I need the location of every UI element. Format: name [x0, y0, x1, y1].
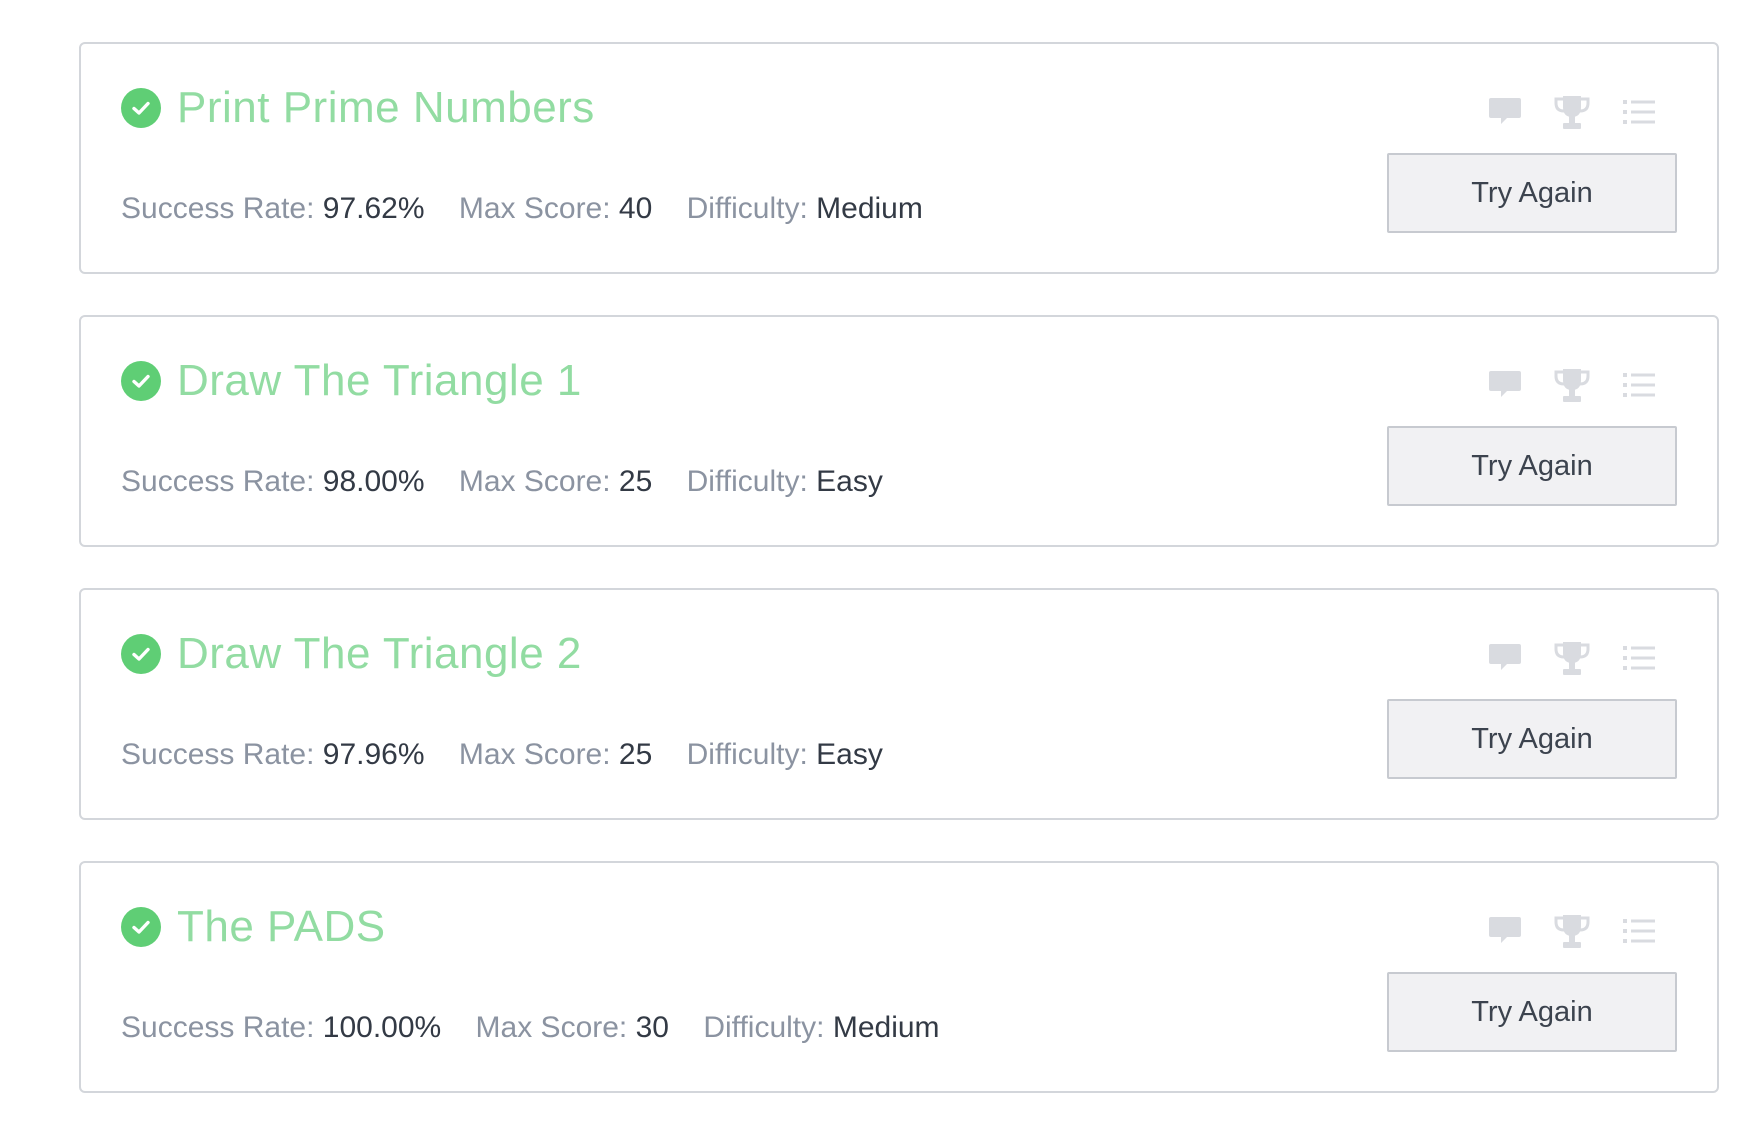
difficulty-label: Difficulty:	[703, 1011, 825, 1044]
try-again-button[interactable]: Try Again	[1387, 153, 1677, 233]
success-rate-label: Success Rate:	[121, 465, 315, 498]
challenge-list: Print Prime Numbers Success Rate: 97.62%…	[79, 42, 1719, 1134]
challenge-stats: Success Rate: 98.00% Max Score: 25 Diffi…	[121, 465, 909, 499]
difficulty-label: Difficulty:	[686, 465, 808, 498]
solved-check-icon	[121, 634, 161, 674]
challenge-actions	[1458, 92, 1659, 132]
difficulty-value: Medium	[816, 192, 923, 225]
challenge-title[interactable]: Print Prime Numbers	[177, 83, 595, 133]
max-score-label: Max Score:	[475, 1011, 628, 1044]
challenge-actions	[1458, 365, 1659, 405]
challenge-title-row: The PADS	[121, 902, 386, 952]
max-score-value: 30	[635, 1011, 669, 1044]
success-rate-value: 97.96%	[322, 738, 425, 771]
challenge-card: The PADS Success Rate: 100.00% Max Score…	[79, 861, 1719, 1093]
difficulty-value: Easy	[816, 738, 883, 771]
success-rate-value: 98.00%	[322, 465, 425, 498]
success-rate-label: Success Rate:	[121, 192, 315, 225]
challenge-title[interactable]: The PADS	[177, 902, 386, 952]
leaderboard-trophy-icon[interactable]	[1552, 92, 1592, 132]
challenge-title-row: Draw The Triangle 2	[121, 629, 582, 679]
challenge-card: Print Prime Numbers Success Rate: 97.62%…	[79, 42, 1719, 274]
challenge-card: Draw The Triangle 1 Success Rate: 98.00%…	[79, 315, 1719, 547]
challenge-actions	[1458, 911, 1659, 951]
challenge-title-row: Print Prime Numbers	[121, 83, 595, 133]
challenge-card: Draw The Triangle 2 Success Rate: 97.96%…	[79, 588, 1719, 820]
challenge-actions	[1458, 638, 1659, 678]
difficulty-label: Difficulty:	[686, 192, 808, 225]
max-score-label: Max Score:	[458, 192, 611, 225]
max-score-value: 25	[618, 738, 653, 771]
discussion-icon[interactable]	[1485, 92, 1525, 132]
success-rate-value: 97.62%	[322, 192, 425, 225]
max-score-label: Max Score:	[458, 738, 611, 771]
try-again-button[interactable]: Try Again	[1387, 699, 1677, 779]
difficulty-value: Easy	[816, 465, 883, 498]
challenge-stats: Success Rate: 97.96% Max Score: 25 Diffi…	[121, 738, 909, 772]
difficulty-value: Medium	[832, 1011, 940, 1044]
max-score-label: Max Score:	[458, 465, 611, 498]
difficulty-label: Difficulty:	[686, 738, 808, 771]
challenge-stats: Success Rate: 100.00% Max Score: 30 Diff…	[121, 1011, 966, 1045]
editorial-list-icon[interactable]	[1619, 92, 1659, 132]
success-rate-label: Success Rate:	[121, 738, 315, 771]
success-rate-value: 100.00%	[322, 1011, 442, 1044]
leaderboard-trophy-icon[interactable]	[1552, 638, 1592, 678]
try-again-button[interactable]: Try Again	[1387, 972, 1677, 1052]
editorial-list-icon[interactable]	[1619, 911, 1659, 951]
discussion-icon[interactable]	[1485, 911, 1525, 951]
max-score-value: 40	[618, 192, 653, 225]
leaderboard-trophy-icon[interactable]	[1552, 911, 1592, 951]
challenge-title-row: Draw The Triangle 1	[121, 356, 582, 406]
discussion-icon[interactable]	[1485, 638, 1525, 678]
discussion-icon[interactable]	[1485, 365, 1525, 405]
editorial-list-icon[interactable]	[1619, 365, 1659, 405]
max-score-value: 25	[618, 465, 653, 498]
solved-check-icon	[121, 907, 161, 947]
challenge-stats: Success Rate: 97.62% Max Score: 40 Diffi…	[121, 192, 949, 226]
solved-check-icon	[121, 88, 161, 128]
editorial-list-icon[interactable]	[1619, 638, 1659, 678]
try-again-button[interactable]: Try Again	[1387, 426, 1677, 506]
solved-check-icon	[121, 361, 161, 401]
leaderboard-trophy-icon[interactable]	[1552, 365, 1592, 405]
challenge-title[interactable]: Draw The Triangle 2	[177, 629, 582, 679]
challenge-title[interactable]: Draw The Triangle 1	[177, 356, 582, 406]
success-rate-label: Success Rate:	[121, 1011, 315, 1044]
